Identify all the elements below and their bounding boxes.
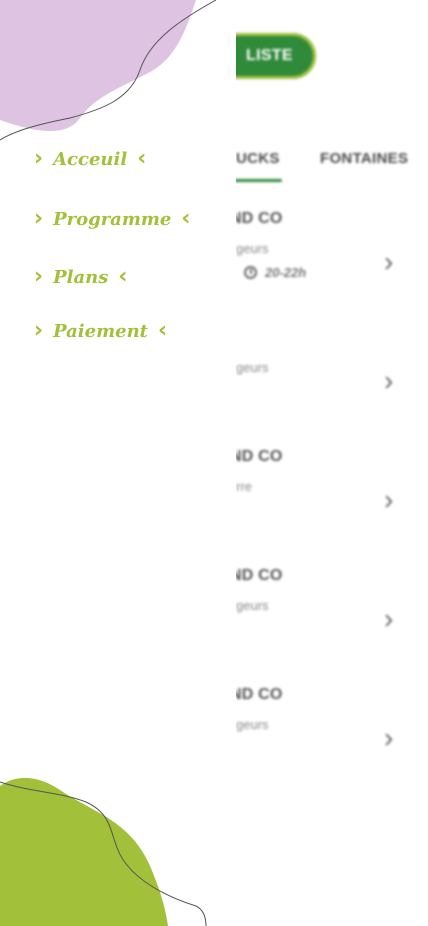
menu-item-label: Plans (53, 266, 109, 288)
list-item-hours: 20-22h (244, 265, 306, 280)
chevron-right-icon: › (34, 264, 44, 289)
chevron-right-icon: › (34, 146, 44, 171)
chevron-left-icon: ‹ (157, 318, 168, 343)
chevron-right-icon: › (384, 246, 394, 277)
list-item[interactable]: ND CO rre › (226, 448, 406, 538)
side-menu-drawer: › Acceuil ‹ › Programme ‹ › Plans ‹ › Pa… (0, 0, 236, 926)
chevron-left-icon: ‹ (181, 206, 191, 231)
decorative-blob-top (0, 0, 196, 132)
list-item-hours-label: 20-22h (265, 265, 307, 280)
chevron-right-icon: › (34, 318, 44, 343)
list-item-subtitle: geurs (236, 360, 269, 375)
list-item[interactable]: geurs › (226, 329, 406, 419)
list-item[interactable]: ND CO geurs › (226, 686, 406, 776)
list-item-subtitle: rre (236, 479, 252, 494)
tab-fontaines[interactable]: FONTAINES (320, 150, 408, 167)
tab-trucks-label: UCKS (236, 150, 280, 167)
list-item-title: ND CO (230, 448, 283, 465)
menu-item-label: Paiement (53, 320, 148, 342)
chevron-left-icon: ‹ (137, 146, 147, 171)
chevron-right-icon: › (384, 722, 394, 753)
menu-item-paiement[interactable]: › Paiement ‹ (34, 320, 167, 342)
menu-item-plans[interactable]: › Plans ‹ (34, 266, 127, 288)
chevron-right-icon: › (384, 603, 394, 634)
decorative-blob-bottom (0, 777, 168, 926)
menu-item-programme[interactable]: › Programme ‹ (34, 208, 190, 230)
tab-trucks[interactable]: UCKS (236, 150, 280, 167)
chevron-right-icon: › (384, 484, 394, 515)
tab-fontaines-label: FONTAINES (320, 150, 409, 167)
menu-item-label: Programme (53, 208, 172, 230)
list-view-button-label: LISTE (246, 47, 293, 64)
list-item-title: ND CO (230, 210, 283, 227)
chevron-right-icon: › (34, 206, 44, 231)
list-item-subtitle: geurs (236, 241, 269, 256)
chevron-left-icon: ‹ (118, 264, 128, 289)
chevron-right-icon: › (384, 365, 394, 396)
list-item[interactable]: ND CO geurs 20-22h › (226, 210, 406, 300)
list-item-subtitle: geurs (236, 717, 269, 732)
list-item-title: ND CO (230, 567, 283, 584)
list-item[interactable]: ND CO geurs › (226, 567, 406, 657)
menu-item-label: Acceuil (53, 148, 128, 170)
menu-item-acceuil[interactable]: › Acceuil ‹ (34, 148, 146, 170)
list-item-title: ND CO (230, 686, 283, 703)
clock-icon (244, 266, 257, 279)
list-item-subtitle: geurs (236, 598, 269, 613)
